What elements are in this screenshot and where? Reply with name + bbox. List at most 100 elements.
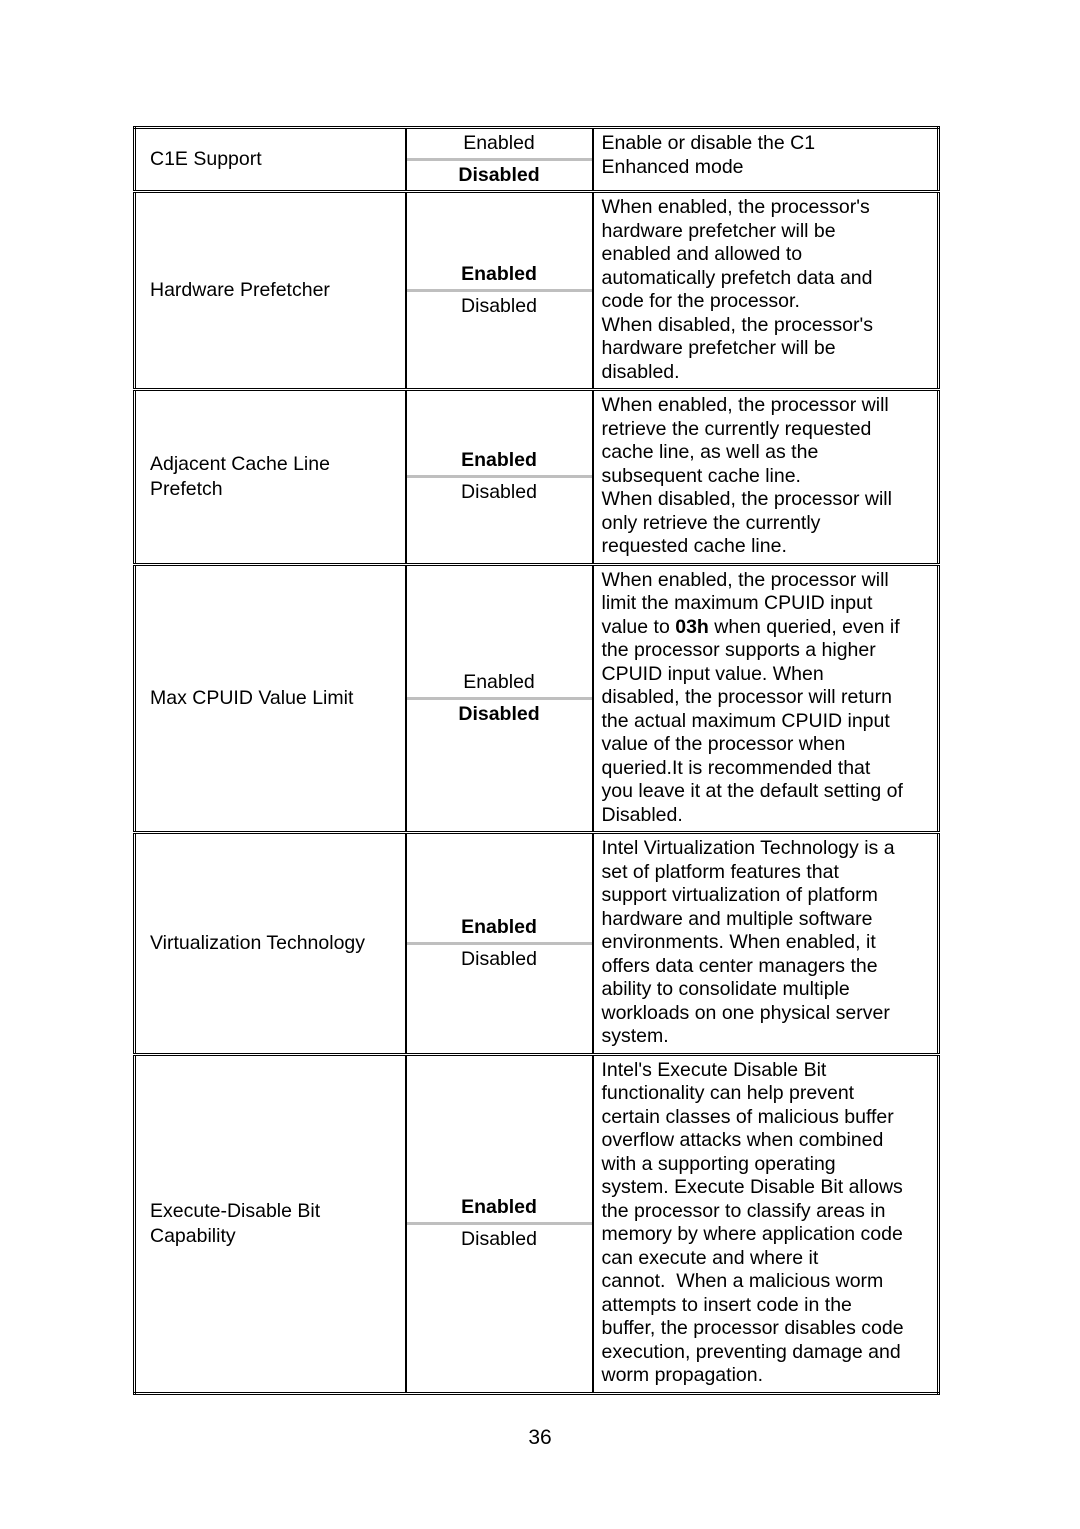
- setting-options-cell: Enabled Disabled: [405, 564, 594, 833]
- description-line: cache line, as well as the: [601, 441, 819, 463]
- table-row: Execute-Disable Bit Capability Enabled Dis…: [134, 1054, 939, 1393]
- description-line: When enabled, the processor's: [601, 196, 870, 218]
- option-value[interactable]: Enabled: [407, 1193, 592, 1224]
- description-line: requested cache line.: [601, 535, 787, 557]
- table-row: Hardware Prefetcher Enabled Disabled When e…: [134, 191, 939, 390]
- setting-description-cell: When enabled, the processor will retrieve…: [593, 390, 939, 565]
- option-value[interactable]: Disabled: [406, 289, 592, 321]
- description-line: disabled, the processor will return: [601, 686, 892, 708]
- option-stack: Enabled Disabled: [406, 913, 592, 974]
- description-line: can execute and where it: [601, 1246, 819, 1269]
- description-line: cannot. When a malicious worm: [601, 1270, 884, 1292]
- description-line: code for the processor.: [601, 290, 800, 312]
- description-line: Intel Virtualization Technology is a: [601, 837, 895, 859]
- setting-options-cell: Enabled Disabled: [405, 832, 594, 1054]
- description-line: queried.It is recommended that: [601, 756, 871, 779]
- setting-description-cell: When enabled, the processor will limit th…: [593, 564, 939, 833]
- option-value[interactable]: Enabled: [407, 260, 592, 291]
- setting-options-cell: Enabled Disabled: [405, 1054, 594, 1393]
- description-line: execution, preventing damage and: [601, 1340, 901, 1363]
- description-line: subsequent cache line.: [601, 464, 801, 487]
- description-line: hardware prefetcher will be: [601, 337, 836, 359]
- setting-description-cell: Enable or disable the C1 Enhanced mode: [593, 128, 939, 192]
- description-line: automatically prefetch data and: [601, 266, 873, 289]
- option-row: Disabled: [406, 696, 592, 729]
- option-row: Disabled: [406, 289, 592, 321]
- option-stack: Enabled Disabled: [406, 668, 592, 729]
- description-line: Disabled.: [601, 803, 683, 826]
- bios-settings-table: C1E Support Enabled Disabled Enable or disa…: [133, 126, 940, 1395]
- setting-name-cell: Virtualization Technology: [134, 832, 407, 1054]
- description-line: certain classes of malicious buffer: [601, 1105, 894, 1128]
- option-row: Enabled: [407, 129, 592, 160]
- setting-name-cell: Execute-Disable Bit Capability: [134, 1054, 407, 1393]
- description-line: buffer, the processor disables code: [601, 1317, 904, 1339]
- description-line: system.: [601, 1025, 669, 1047]
- description-line: offers data center managers the: [601, 954, 878, 977]
- description-line: ability to consolidate multiple: [601, 978, 850, 1000]
- description-line: CPUID input value. When: [601, 662, 824, 685]
- description-line: the processor to classify areas in: [601, 1199, 886, 1222]
- option-value[interactable]: Disabled: [406, 1222, 592, 1254]
- setting-name-cell: Hardware Prefetcher: [134, 191, 407, 390]
- description-line: set of platform features that: [601, 860, 839, 883]
- description-line: functionality can help prevent: [601, 1082, 855, 1104]
- document-page: C1E Support Enabled Disabled Enable or disa…: [0, 0, 1080, 1529]
- option-row: Enabled: [407, 446, 592, 477]
- table-row: Max CPUID Value Limit Enabled Disabled When…: [134, 564, 939, 833]
- option-row: Disabled: [406, 475, 592, 508]
- table-row: C1E Support Enabled Disabled Enable or disa…: [134, 127, 939, 192]
- description-line: with a supporting operating: [601, 1152, 836, 1175]
- option-value[interactable]: Enabled: [407, 446, 592, 477]
- description-line: Enhanced mode: [601, 155, 744, 178]
- setting-options-cell: Enabled Disabled: [405, 127, 594, 192]
- description-line: value of the processor when: [601, 733, 846, 755]
- option-value[interactable]: Disabled: [406, 941, 592, 974]
- table-row: Adjacent Cache Line Prefetch Enabled Disab…: [134, 389, 939, 565]
- description-line: worm propagation.: [601, 1364, 764, 1386]
- option-stack: Enabled Disabled: [406, 129, 592, 190]
- option-value[interactable]: Disabled: [406, 475, 592, 508]
- description-line: Enable or disable the C1: [601, 132, 816, 154]
- description-line: retrieve the currently requested: [601, 417, 872, 440]
- description-line: attempts to insert code in the: [601, 1293, 852, 1316]
- description-line: disabled.: [601, 360, 680, 383]
- description-line: When enabled, the processor will: [601, 568, 889, 591]
- option-value[interactable]: Disabled: [406, 158, 592, 190]
- setting-description-cell: Intel's Execute Disable Bit functionality…: [593, 1054, 939, 1393]
- page-number: 36: [528, 1426, 552, 1449]
- description-line: When disabled, the processor's: [601, 313, 873, 336]
- option-stack: Enabled Disabled: [406, 260, 592, 321]
- option-row: Enabled: [407, 913, 592, 944]
- setting-description-cell: Intel Virtualization Technology is a set …: [593, 833, 939, 1055]
- description-line: you leave it at the default setting of: [601, 780, 903, 802]
- description-line: system. Execute Disable Bit allows: [601, 1176, 903, 1198]
- description-line: environments. When enabled, it: [601, 931, 876, 953]
- option-value[interactable]: Disabled: [406, 696, 592, 729]
- description-line: When enabled, the processor will: [601, 394, 889, 416]
- table-row: Virtualization Technology Enabled Disabled…: [134, 832, 939, 1055]
- option-row: Disabled: [406, 158, 592, 190]
- description-line: limit the maximum CPUID input: [601, 592, 873, 614]
- setting-name-cell: Adjacent Cache Line Prefetch: [134, 389, 407, 564]
- option-value[interactable]: Enabled: [407, 668, 592, 699]
- description-line: enabled and allowed to: [601, 243, 803, 265]
- description-line: the processor supports a higher: [601, 639, 876, 661]
- option-value[interactable]: Enabled: [407, 129, 592, 160]
- setting-options-cell: Enabled Disabled: [405, 191, 594, 390]
- setting-options-cell: Enabled Disabled: [405, 389, 594, 564]
- description-line: support virtualization of platform: [601, 884, 878, 906]
- option-value[interactable]: Enabled: [407, 913, 592, 944]
- option-stack: Enabled Disabled: [406, 1193, 592, 1254]
- option-row: Disabled: [406, 1222, 592, 1254]
- description-line: memory by where application code: [601, 1223, 903, 1245]
- option-row: Disabled: [406, 941, 592, 974]
- setting-name-cell: C1E Support: [134, 127, 407, 192]
- description-line: hardware prefetcher will be: [601, 219, 836, 242]
- setting-name-cell: Max CPUID Value Limit: [134, 564, 407, 833]
- description-line: only retrieve the currently: [601, 511, 821, 534]
- description-line: Intel's Execute Disable Bit: [601, 1058, 827, 1081]
- option-stack: Enabled Disabled: [406, 446, 592, 508]
- description-line: value to 03h when queried, even if: [601, 615, 900, 638]
- option-row: Enabled: [407, 260, 592, 291]
